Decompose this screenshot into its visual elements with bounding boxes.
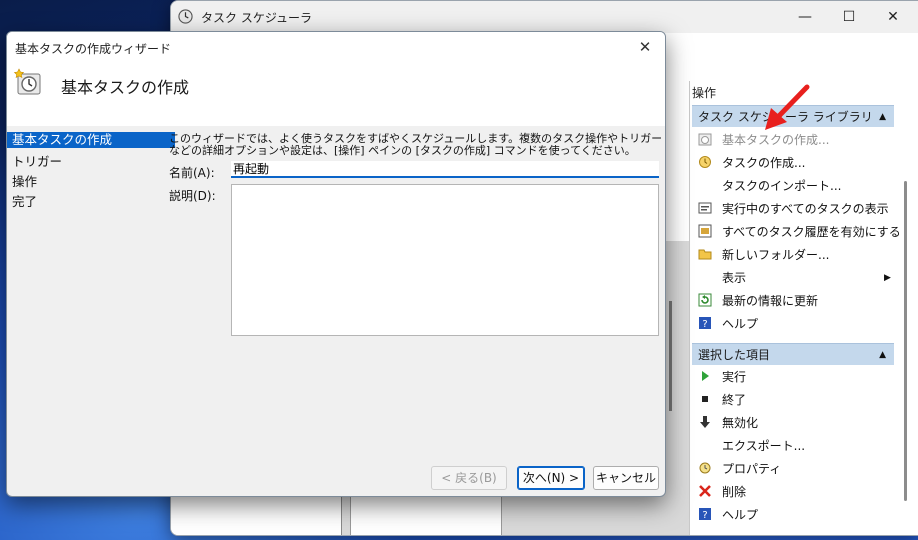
- create-task-icon: [699, 156, 711, 168]
- delete-icon: [699, 485, 711, 497]
- close-button[interactable]: ✕: [871, 5, 915, 29]
- action-delete[interactable]: 削除: [698, 481, 746, 503]
- wizard-header: 基本タスクの作成: [7, 62, 665, 126]
- action-export[interactable]: エクスポート...: [698, 435, 805, 457]
- run-icon: [702, 371, 709, 381]
- svg-text:?: ?: [702, 510, 707, 521]
- create-basic-task-wizard: 基本タスクの作成ウィザード ✕ 基本タスクの作成 基本タスクの作成 トリガー 操…: [6, 31, 666, 497]
- name-label: 名前(A):: [169, 166, 215, 180]
- end-icon: [702, 396, 708, 402]
- main-titlebar[interactable]: タスク スケジューラ — ☐ ✕: [171, 1, 918, 33]
- section-selected-item[interactable]: 選択した項目 ▲: [692, 343, 894, 365]
- refresh-icon: [698, 293, 712, 307]
- action-help-2[interactable]: ? ヘルプ: [698, 504, 758, 526]
- step-action[interactable]: 操作: [7, 172, 175, 192]
- section-title: 選択した項目: [698, 348, 771, 362]
- wizard-titlebar[interactable]: 基本タスクの作成ウィザード ✕: [7, 32, 665, 62]
- action-show-running-tasks[interactable]: 実行中のすべてのタスクの表示: [698, 198, 889, 220]
- action-help[interactable]: ? ヘルプ: [698, 313, 758, 335]
- action-run[interactable]: 実行: [698, 366, 746, 388]
- task-history-icon: [698, 224, 712, 238]
- collapse-icon[interactable]: ▲: [879, 106, 886, 128]
- task-description-textarea[interactable]: [231, 184, 659, 336]
- red-arrow-annotation-icon: [765, 84, 810, 130]
- submenu-arrow-icon: ▶: [884, 273, 891, 283]
- step-trigger[interactable]: トリガー: [7, 152, 175, 172]
- running-tasks-icon: [698, 202, 712, 214]
- clock-icon: [178, 9, 193, 24]
- collapse-icon[interactable]: ▲: [879, 344, 886, 366]
- wizard-steps: 基本タスクの作成 トリガー 操作 完了: [7, 132, 175, 212]
- help-icon: ?: [699, 317, 711, 330]
- action-refresh[interactable]: 最新の情報に更新: [698, 290, 818, 312]
- disable-icon: [700, 416, 710, 428]
- action-enable-task-history[interactable]: すべてのタスク履歴を有効にする: [698, 221, 901, 243]
- maximize-button[interactable]: ☐: [827, 5, 871, 29]
- next-button[interactable]: 次へ(N) >: [517, 466, 585, 490]
- step-create-basic-task[interactable]: 基本タスクの作成: [7, 132, 175, 148]
- actions-pane: 操作 タスク スケジューラ ライブラリ ▲ 基本タスクの作成... タスクの作成…: [689, 81, 918, 535]
- action-end[interactable]: 終了: [698, 389, 746, 411]
- create-basic-task-icon: [698, 133, 712, 146]
- help-icon: ?: [699, 508, 711, 521]
- wizard-title: 基本タスクの作成ウィザード: [15, 42, 172, 56]
- actions-scrollbar[interactable]: [902, 111, 910, 501]
- action-new-folder[interactable]: 新しいフォルダー...: [698, 244, 829, 266]
- action-import-task[interactable]: タスクのインポート...: [698, 175, 841, 197]
- back-button[interactable]: < 戻る(B): [431, 466, 507, 490]
- task-name-input[interactable]: [231, 161, 659, 178]
- cancel-button[interactable]: キャンセル: [593, 466, 659, 490]
- scrollbar-thumb[interactable]: [904, 181, 907, 501]
- wizard-close-button[interactable]: ✕: [631, 36, 659, 58]
- main-window-title: タスク スケジューラ: [201, 11, 312, 25]
- action-disable[interactable]: 無効化: [698, 412, 758, 434]
- center-scrollbar[interactable]: [669, 301, 672, 411]
- wizard-description: このウィザードでは、よく使うタスクをすばやくスケジュールします。複数のタスク操作…: [169, 132, 663, 157]
- new-folder-icon: [698, 249, 712, 260]
- properties-icon: [699, 462, 711, 474]
- description-label: 説明(D):: [169, 189, 216, 203]
- wizard-header-title: 基本タスクの作成: [61, 78, 190, 97]
- svg-text:?: ?: [702, 319, 707, 330]
- actions-header: 操作: [692, 86, 717, 100]
- minimize-button[interactable]: —: [783, 5, 827, 29]
- action-view[interactable]: 表示 ▶: [698, 267, 891, 289]
- task-wizard-icon: [13, 68, 41, 95]
- step-finish[interactable]: 完了: [7, 192, 175, 212]
- action-create-task[interactable]: タスクの作成...: [698, 152, 805, 174]
- action-properties[interactable]: プロパティ: [698, 458, 781, 480]
